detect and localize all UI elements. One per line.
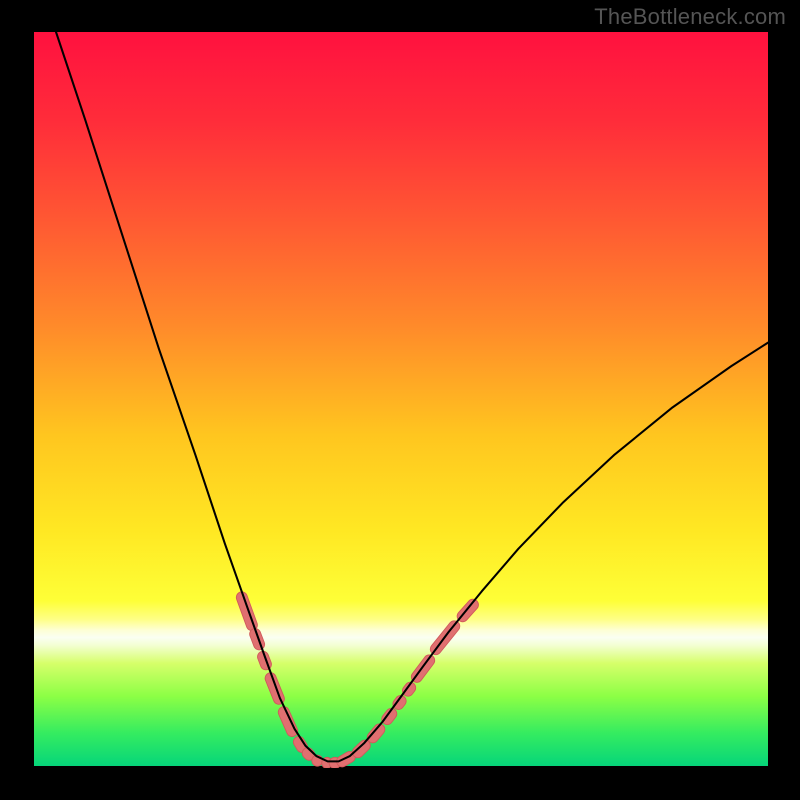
- curve-layer: [34, 32, 768, 768]
- plot-area: [34, 32, 768, 768]
- curve-marker: [248, 627, 266, 652]
- watermark-text: TheBottleneck.com: [594, 4, 786, 30]
- curve-marker: [263, 671, 286, 706]
- curve-marker: [277, 705, 300, 738]
- curve-marker: [235, 590, 259, 632]
- chart-frame: TheBottleneck.com: [0, 0, 800, 800]
- bottleneck-curve: [56, 32, 768, 761]
- data-markers: [235, 590, 481, 768]
